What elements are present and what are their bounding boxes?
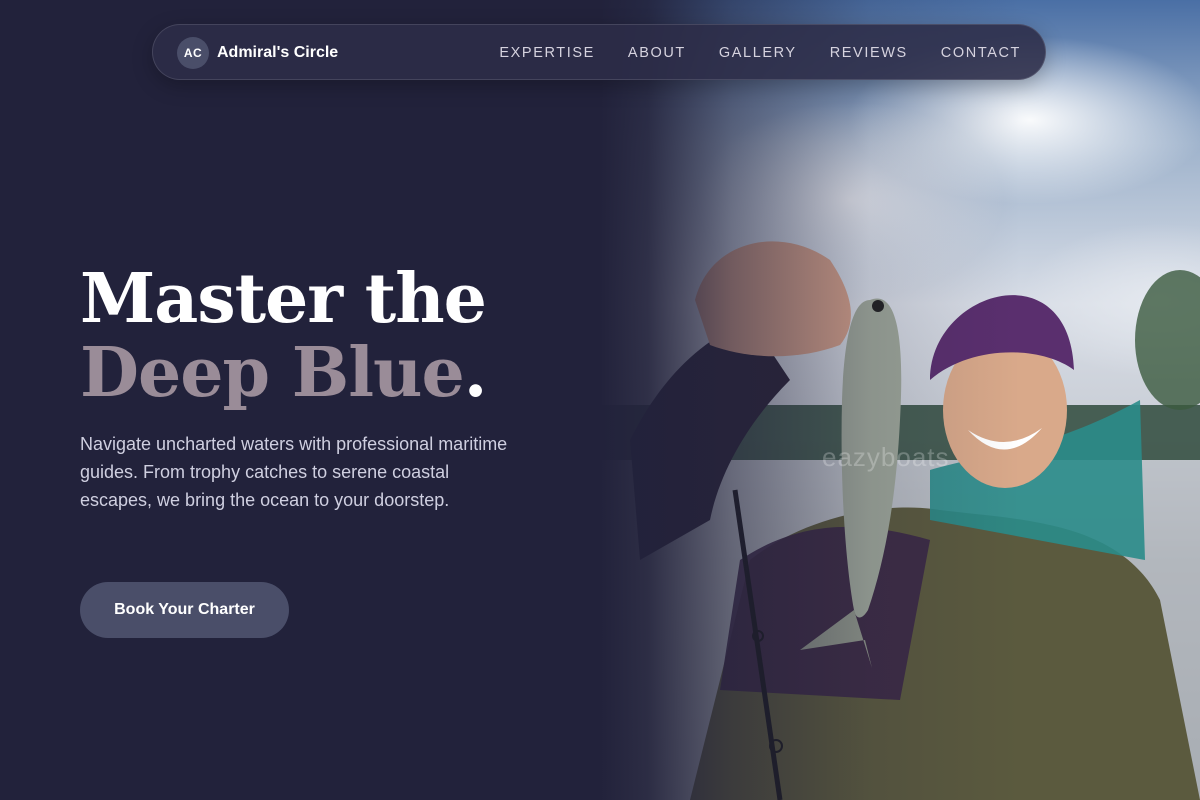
- hero-title-line2: Deep Blue: [80, 333, 465, 413]
- book-charter-button[interactable]: Book Your Charter: [80, 582, 289, 638]
- navbar: AC Admiral's Circle EXPERTISE ABOUT GALL…: [152, 24, 1046, 80]
- hero-title-line1: Master the: [80, 259, 487, 339]
- hero-title: Master the Deep Blue.: [80, 259, 488, 413]
- hero-description: Navigate uncharted waters with professio…: [80, 434, 508, 510]
- image-watermark: eazyboats: [822, 442, 950, 472]
- brand-link[interactable]: AC Admiral's Circle: [177, 37, 338, 69]
- nav-link-gallery[interactable]: GALLERY: [719, 45, 797, 61]
- nav-link-reviews[interactable]: REVIEWS: [830, 45, 908, 61]
- brand-name: Admiral's Circle: [217, 44, 339, 61]
- nav-link-contact[interactable]: CONTACT: [941, 45, 1021, 61]
- nav-links: EXPERTISE ABOUT GALLERY REVIEWS CONTACT: [499, 25, 1021, 81]
- hero-image: [600, 0, 1200, 800]
- nav-link-about[interactable]: ABOUT: [628, 45, 686, 61]
- hero-title-period: .: [463, 333, 488, 413]
- nav-link-expertise[interactable]: EXPERTISE: [499, 45, 595, 61]
- brand-logo: AC: [177, 37, 209, 69]
